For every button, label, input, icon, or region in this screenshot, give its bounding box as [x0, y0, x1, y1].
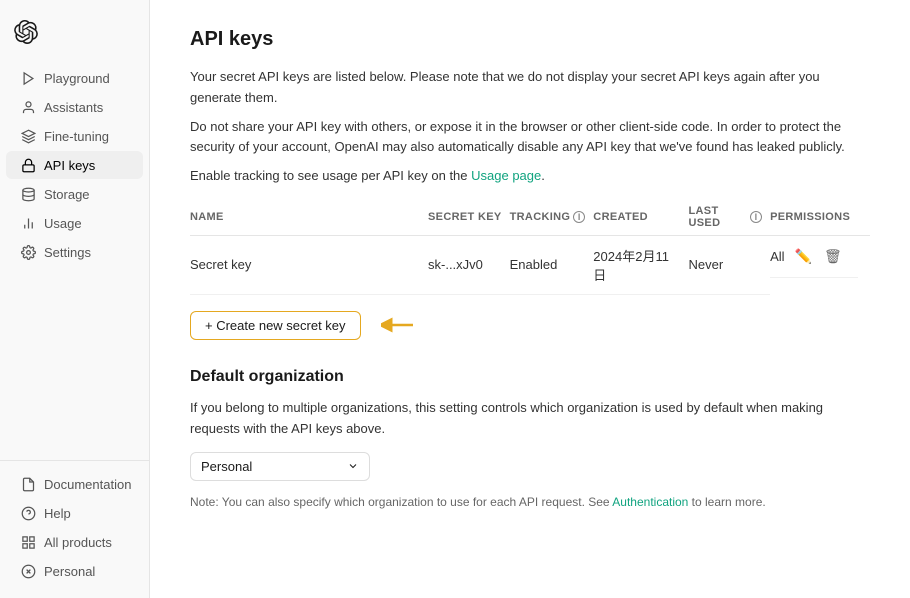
playground-icon — [20, 70, 36, 86]
create-key-row: + Create new secret key — [190, 311, 870, 340]
api-keys-table: NAME SECRET KEY TRACKING i CREATED LAST … — [190, 199, 870, 295]
org-note: Note: You can also specify which organiz… — [190, 493, 870, 511]
row-permissions: All ✏️ 🗑 — [770, 236, 858, 278]
grid-icon — [20, 534, 36, 550]
row-secret-key: sk-...xJv0 — [428, 235, 510, 294]
storage-icon — [20, 186, 36, 202]
col-header-created: CREATED — [593, 199, 688, 236]
close-circle-icon — [20, 563, 36, 579]
table-row: Secret key sk-...xJv0 Enabled 2024年2月11日… — [190, 235, 870, 294]
sidebar-nav: Playground Assistants Fine-tuning API ke… — [0, 63, 149, 460]
api-keys-icon — [20, 157, 36, 173]
fine-tuning-icon — [20, 128, 36, 144]
last-used-info-icon: i — [750, 211, 762, 223]
usage-icon — [20, 215, 36, 231]
col-header-tracking: TRACKING i — [510, 199, 594, 236]
col-header-name: NAME — [190, 199, 428, 236]
sidebar-item-playground[interactable]: Playground — [6, 64, 143, 92]
arrow-indicator — [381, 315, 417, 335]
row-name: Secret key — [190, 235, 428, 294]
tracking-info-icon: i — [573, 211, 585, 223]
main-content: API keys Your secret API keys are listed… — [150, 0, 910, 598]
sidebar-bottom: Documentation Help All products Personal — [0, 460, 149, 586]
sidebar: Playground Assistants Fine-tuning API ke… — [0, 0, 150, 598]
logo — [0, 12, 149, 63]
col-header-secret: SECRET KEY — [428, 199, 510, 236]
help-icon — [20, 505, 36, 521]
sidebar-item-fine-tuning[interactable]: Fine-tuning — [6, 122, 143, 150]
chevron-down-icon — [347, 460, 359, 472]
desc1: Your secret API keys are listed below. P… — [190, 67, 870, 109]
create-secret-key-button[interactable]: + Create new secret key — [190, 311, 361, 340]
delete-key-button[interactable]: 🗑 — [822, 246, 844, 267]
authentication-link[interactable]: Authentication — [612, 495, 688, 509]
org-select-dropdown[interactable]: Personal — [190, 452, 370, 481]
desc2: Do not share your API key with others, o… — [190, 117, 870, 159]
col-header-actions — [858, 199, 870, 236]
sidebar-item-api-keys[interactable]: API keys — [6, 151, 143, 179]
sidebar-item-settings[interactable]: Settings — [6, 238, 143, 266]
sidebar-item-assistants[interactable]: Assistants — [6, 93, 143, 121]
sidebar-item-storage[interactable]: Storage — [6, 180, 143, 208]
sidebar-item-help[interactable]: Help — [6, 499, 143, 527]
default-org-title: Default organization — [190, 368, 870, 386]
arrow-icon — [381, 315, 417, 335]
assistants-icon — [20, 99, 36, 115]
usage-page-link[interactable]: Usage page — [471, 168, 541, 183]
sidebar-item-usage[interactable]: Usage — [6, 209, 143, 237]
default-org-section: Default organization If you belong to mu… — [190, 368, 870, 511]
sidebar-item-all-products[interactable]: All products — [6, 528, 143, 556]
default-org-desc: If you belong to multiple organizations,… — [190, 398, 870, 440]
col-header-last-used: LAST USED i — [688, 199, 770, 236]
col-header-permissions: PERMISSIONS — [770, 199, 858, 236]
row-created: 2024年2月11日 — [593, 235, 688, 294]
sidebar-item-documentation[interactable]: Documentation — [6, 470, 143, 498]
usage-track-text: Enable tracking to see usage per API key… — [190, 166, 870, 187]
docs-icon — [20, 476, 36, 492]
edit-key-button[interactable]: ✏️ — [793, 246, 814, 267]
row-tracking: Enabled — [510, 235, 594, 294]
row-last-used: Never — [688, 235, 770, 294]
sidebar-item-personal[interactable]: Personal — [6, 557, 143, 585]
page-title: API keys — [190, 28, 870, 51]
openai-logo-icon — [14, 20, 38, 44]
settings-icon — [20, 244, 36, 260]
